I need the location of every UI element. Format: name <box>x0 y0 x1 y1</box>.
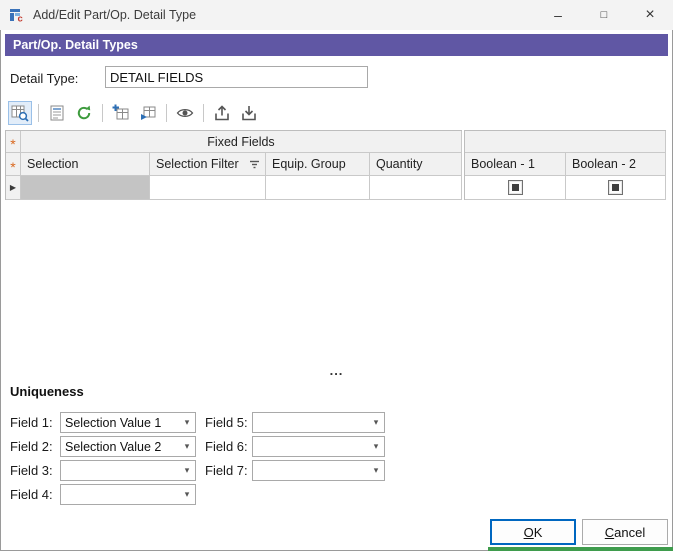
field1-value: Selection Value 1 <box>61 416 179 430</box>
chevron-down-icon[interactable]: ▾ <box>179 441 195 452</box>
boolean-2-checkbox[interactable] <box>608 180 623 195</box>
column-header-boolean-1[interactable]: Boolean - 1 <box>465 153 566 176</box>
import-button[interactable] <box>237 101 261 125</box>
ok-button-label: OK <box>524 525 543 540</box>
group-header-fixed-fields[interactable]: Fixed Fields <box>21 131 462 153</box>
app-icon: c <box>9 7 25 23</box>
field6-combobox[interactable]: ▾ <box>252 436 385 457</box>
column-header-label: Selection Filter <box>156 157 239 171</box>
grid-search-icon <box>11 104 29 122</box>
ellipsis-indicator: ... <box>0 363 673 378</box>
field2-value: Selection Value 2 <box>61 440 179 454</box>
cell-boolean-1[interactable] <box>465 176 566 200</box>
field1-combobox[interactable]: Selection Value 1 ▾ <box>60 412 196 433</box>
field3-combobox[interactable]: ▾ <box>60 460 196 481</box>
duplicate-row-button[interactable] <box>136 101 160 125</box>
fixed-fields-grid: * Fixed Fields * Selection Selection Fil… <box>5 130 462 200</box>
chevron-down-icon[interactable]: ▾ <box>368 417 384 428</box>
refresh-icon <box>75 104 93 122</box>
eye-icon <box>176 104 194 122</box>
chevron-down-icon[interactable]: ▾ <box>368 441 384 452</box>
field5-label: Field 5: <box>205 415 248 430</box>
field3-label: Field 3: <box>10 463 53 478</box>
toolbar-separator <box>166 104 167 122</box>
checkbox-indeterminate-mark <box>612 184 619 191</box>
field7-label: Field 7: <box>205 463 248 478</box>
chevron-down-icon[interactable]: ▾ <box>368 465 384 476</box>
import-down-icon <box>240 104 258 122</box>
cell-selection-filter[interactable] <box>150 176 266 200</box>
boolean-1-checkbox[interactable] <box>508 180 523 195</box>
field5-combobox[interactable]: ▾ <box>252 412 385 433</box>
filter-icon[interactable] <box>249 160 260 169</box>
close-button[interactable]: × <box>627 0 673 30</box>
toggle-visibility-button[interactable] <box>173 101 197 125</box>
required-marker-cell: * <box>6 153 21 176</box>
window-controls: – □ × <box>535 0 673 30</box>
detail-type-label: Detail Type: <box>10 71 78 86</box>
add-row-icon <box>112 104 130 122</box>
field2-label: Field 2: <box>10 439 53 454</box>
boolean-fields-grid: Boolean - 1 Boolean - 2 <box>464 130 666 200</box>
chevron-down-icon[interactable]: ▾ <box>179 489 195 500</box>
card-view-icon <box>48 104 66 122</box>
svg-text:c: c <box>18 14 23 24</box>
chevron-down-icon[interactable]: ▾ <box>179 465 195 476</box>
grid-search-button[interactable] <box>8 101 32 125</box>
maximize-button[interactable]: □ <box>581 0 627 30</box>
duplicate-row-icon <box>139 104 157 122</box>
toolbar-separator <box>38 104 39 122</box>
uniqueness-title: Uniqueness <box>10 384 84 399</box>
row-indicator-cell: ▶ <box>6 176 21 200</box>
detail-type-input[interactable] <box>105 66 368 88</box>
add-row-button[interactable] <box>109 101 133 125</box>
field6-label: Field 6: <box>205 439 248 454</box>
required-marker: * <box>10 162 15 172</box>
export-button[interactable] <box>210 101 234 125</box>
column-header-selection[interactable]: Selection <box>21 153 150 176</box>
ok-button[interactable]: OK <box>490 519 576 545</box>
cell-selection[interactable] <box>21 176 150 200</box>
checkbox-indeterminate-mark <box>512 184 519 191</box>
toolbar-separator <box>102 104 103 122</box>
required-marker: * <box>10 139 15 149</box>
add-edit-detail-type-dialog: c Add/Edit Part/Op. Detail Type – □ × Pa… <box>0 0 673 551</box>
minimize-button[interactable]: – <box>535 0 581 30</box>
column-header-boolean-2[interactable]: Boolean - 2 <box>566 153 666 176</box>
field4-combobox[interactable]: ▾ <box>60 484 196 505</box>
window-title: Add/Edit Part/Op. Detail Type <box>33 8 196 22</box>
cancel-button[interactable]: Cancel <box>582 519 668 545</box>
refresh-button[interactable] <box>72 101 96 125</box>
cell-equip-group[interactable] <box>266 176 370 200</box>
background-window-edge <box>488 547 673 551</box>
field2-combobox[interactable]: Selection Value 2 ▾ <box>60 436 196 457</box>
column-header-selection-filter[interactable]: Selection Filter <box>150 153 266 176</box>
column-header-quantity[interactable]: Quantity <box>370 153 462 176</box>
title-bar: c Add/Edit Part/Op. Detail Type – □ × <box>0 0 673 30</box>
toolbar-separator <box>203 104 204 122</box>
group-header-boolean-blank <box>465 131 666 153</box>
cancel-button-label: Cancel <box>605 525 645 540</box>
cell-boolean-2[interactable] <box>566 176 666 200</box>
chevron-down-icon[interactable]: ▾ <box>179 417 195 428</box>
card-view-button[interactable] <box>45 101 69 125</box>
field7-combobox[interactable]: ▾ <box>252 460 385 481</box>
field4-label: Field 4: <box>10 487 53 502</box>
grid-toolbar <box>8 100 261 126</box>
column-header-equip-group[interactable]: Equip. Group <box>266 153 370 176</box>
current-row-indicator: ▶ <box>10 183 16 192</box>
required-marker-cell: * <box>6 131 21 153</box>
cell-quantity[interactable] <box>370 176 462 200</box>
export-up-icon <box>213 104 231 122</box>
field1-label: Field 1: <box>10 415 53 430</box>
panel-header: Part/Op. Detail Types <box>5 34 668 56</box>
